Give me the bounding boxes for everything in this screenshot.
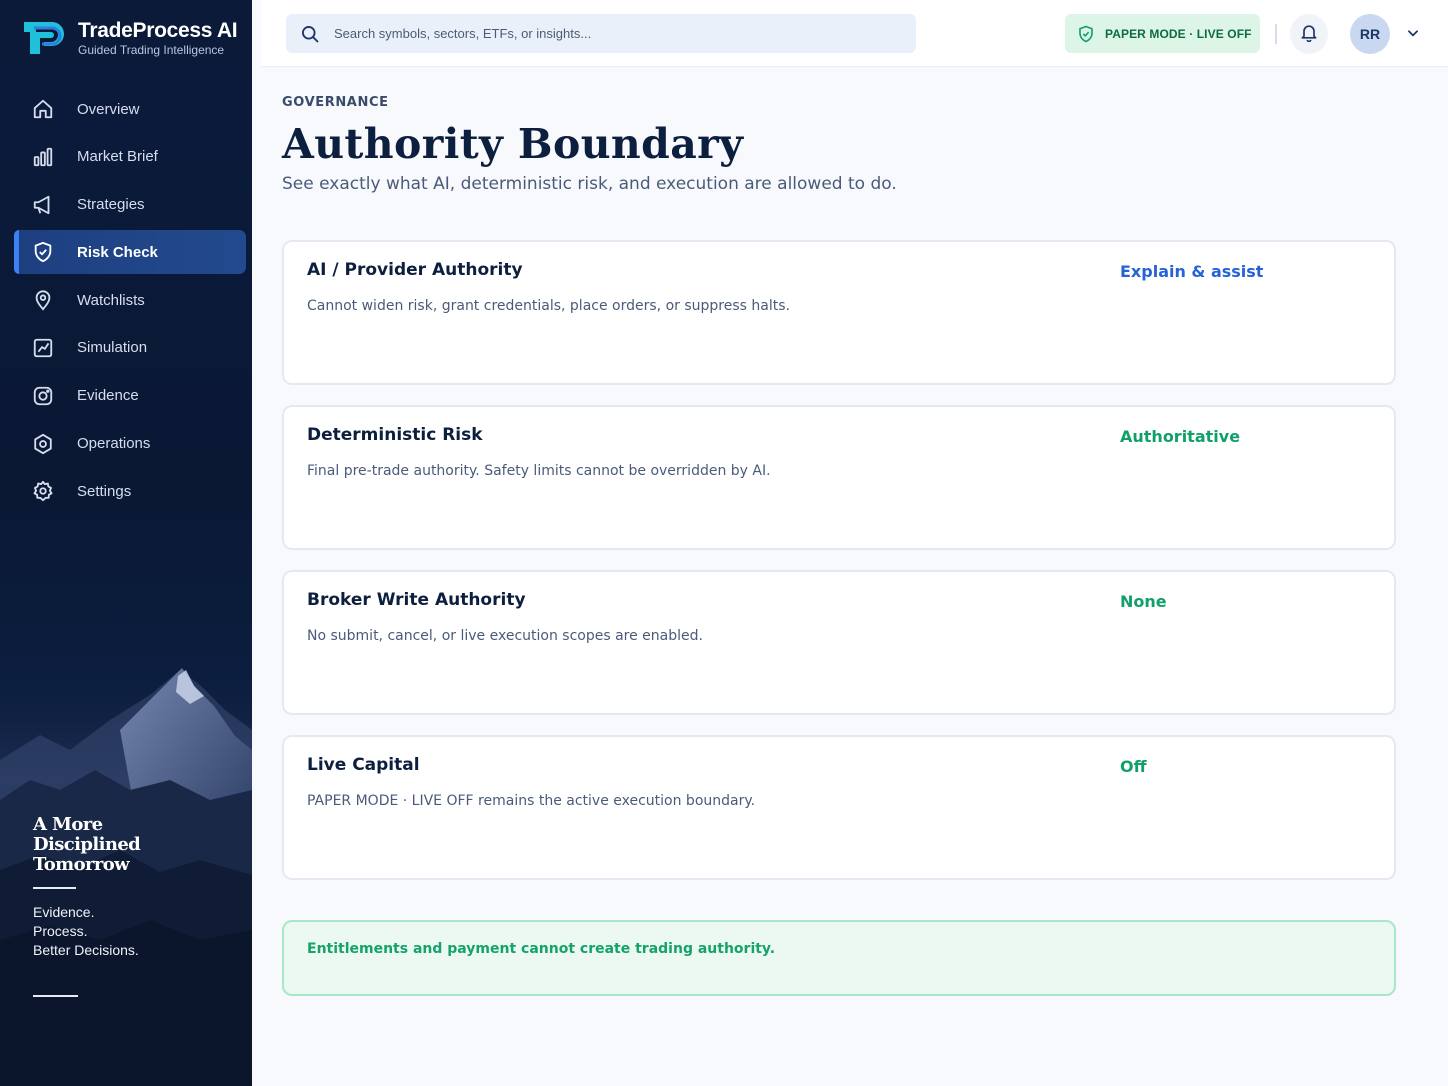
- sidebar-item-label: Settings: [77, 482, 132, 500]
- card-authority-value: Explain & assist: [1120, 262, 1264, 281]
- sidebar-nav: Overview Market Brief Strategies Risk Ch…: [14, 87, 246, 517]
- notice-text: Entitlements and payment cannot create t…: [307, 941, 776, 957]
- motto-divider: [33, 887, 76, 889]
- avatar[interactable]: RR: [1350, 14, 1390, 54]
- sidebar-item-label: Watchlists: [77, 291, 145, 309]
- search-input[interactable]: [334, 26, 894, 41]
- bar-chart-icon: [32, 146, 54, 168]
- motto-line: Better Decisions.: [33, 942, 139, 958]
- topbar-divider: [1275, 24, 1277, 44]
- motto-title-line: A More: [33, 814, 103, 835]
- gear-icon: [32, 480, 54, 502]
- sidebar-item-label: Simulation: [77, 339, 148, 357]
- page-title: Authority Boundary: [282, 120, 744, 168]
- authority-card-ai-provider: AI / Provider Authority Cannot widen ris…: [282, 240, 1396, 385]
- brand-name: TradeProcess AI: [78, 18, 238, 42]
- notifications-button[interactable]: [1290, 14, 1328, 54]
- shield-check-icon: [1077, 25, 1095, 43]
- top-bar: PAPER MODE · LIVE OFF RR: [261, 0, 1448, 67]
- home-icon: [32, 98, 54, 120]
- hexagon-icon: [32, 433, 54, 455]
- card-title: Live Capital: [307, 755, 420, 775]
- paper-mode-badge[interactable]: PAPER MODE · LIVE OFF: [1065, 14, 1260, 53]
- card-title: Broker Write Authority: [307, 590, 526, 610]
- camera-icon: [32, 385, 54, 407]
- sidebar-item-label: Overview: [77, 100, 140, 118]
- search-bar[interactable]: [286, 14, 916, 53]
- sidebar-item-risk-check[interactable]: Risk Check: [14, 230, 246, 275]
- card-description: Final pre-trade authority. Safety limits…: [307, 463, 771, 479]
- card-title: Deterministic Risk: [307, 425, 483, 445]
- motto-title-line: Tomorrow: [33, 854, 130, 875]
- sidebar-item-label: Operations: [77, 435, 151, 453]
- motto-lines: Evidence. Process. Better Decisions.: [33, 903, 140, 960]
- authority-card-deterministic-risk: Deterministic Risk Final pre-trade autho…: [282, 405, 1396, 550]
- sidebar-item-strategies[interactable]: Strategies: [14, 183, 246, 227]
- entitlements-notice: Entitlements and payment cannot create t…: [282, 920, 1396, 996]
- location-pin-icon: [32, 289, 54, 311]
- card-authority-value: Authoritative: [1120, 427, 1241, 446]
- simulation-chart-icon: [32, 337, 54, 359]
- sidebar-item-label: Strategies: [77, 196, 145, 214]
- sidebar: TradeProcess AI Guided Trading Intellige…: [0, 0, 252, 1086]
- authority-card-live-capital: Live Capital PAPER MODE · LIVE OFF remai…: [282, 735, 1396, 880]
- motto-title-line: Disciplined: [33, 834, 141, 855]
- bell-icon: [1299, 22, 1319, 46]
- card-title: AI / Provider Authority: [307, 260, 523, 280]
- sidebar-item-simulation[interactable]: Simulation: [14, 326, 246, 370]
- motto-line: Evidence.: [33, 904, 95, 920]
- sidebar-item-watchlists[interactable]: Watchlists: [14, 278, 246, 322]
- card-authority-value: Off: [1120, 757, 1147, 776]
- shield-check-icon: [32, 241, 54, 263]
- sidebar-item-settings[interactable]: Settings: [14, 469, 246, 513]
- page-subtitle: See exactly what AI, deterministic risk,…: [282, 174, 897, 194]
- motto-line: Process.: [33, 923, 88, 939]
- sidebar-item-operations[interactable]: Operations: [14, 422, 246, 466]
- authority-card-broker-write: Broker Write Authority No submit, cancel…: [282, 570, 1396, 715]
- sidebar-item-label: Evidence: [77, 387, 139, 405]
- account-menu-button[interactable]: [1404, 25, 1422, 43]
- search-icon: [300, 24, 320, 44]
- sidebar-item-evidence[interactable]: Evidence: [14, 374, 246, 418]
- card-authority-value: None: [1120, 592, 1167, 611]
- megaphone-icon: [32, 194, 54, 216]
- card-description: No submit, cancel, or live execution sco…: [307, 628, 703, 644]
- page-eyebrow: GOVERNANCE: [282, 95, 389, 110]
- brand-tagline: Guided Trading Intelligence: [78, 42, 225, 57]
- sidebar-item-label: Market Brief: [77, 148, 158, 166]
- motto-bottom-divider: [33, 995, 78, 997]
- mode-badge-label: PAPER MODE · LIVE OFF: [1105, 26, 1252, 41]
- sidebar-item-label: Risk Check: [77, 243, 158, 261]
- sidebar-item-overview[interactable]: Overview: [14, 87, 246, 131]
- motto-title: A More Disciplined Tomorrow: [33, 814, 141, 875]
- tradeprocess-logo-icon: [24, 22, 64, 54]
- card-description: Cannot widen risk, grant credentials, pl…: [307, 298, 790, 314]
- sidebar-motto: A More Disciplined Tomorrow Evidence. Pr…: [33, 814, 141, 960]
- chevron-down-icon: [1406, 25, 1420, 44]
- brand-header[interactable]: TradeProcess AI Guided Trading Intellige…: [0, 0, 252, 76]
- sidebar-item-market-brief[interactable]: Market Brief: [14, 135, 246, 179]
- card-description: PAPER MODE · LIVE OFF remains the active…: [307, 793, 756, 809]
